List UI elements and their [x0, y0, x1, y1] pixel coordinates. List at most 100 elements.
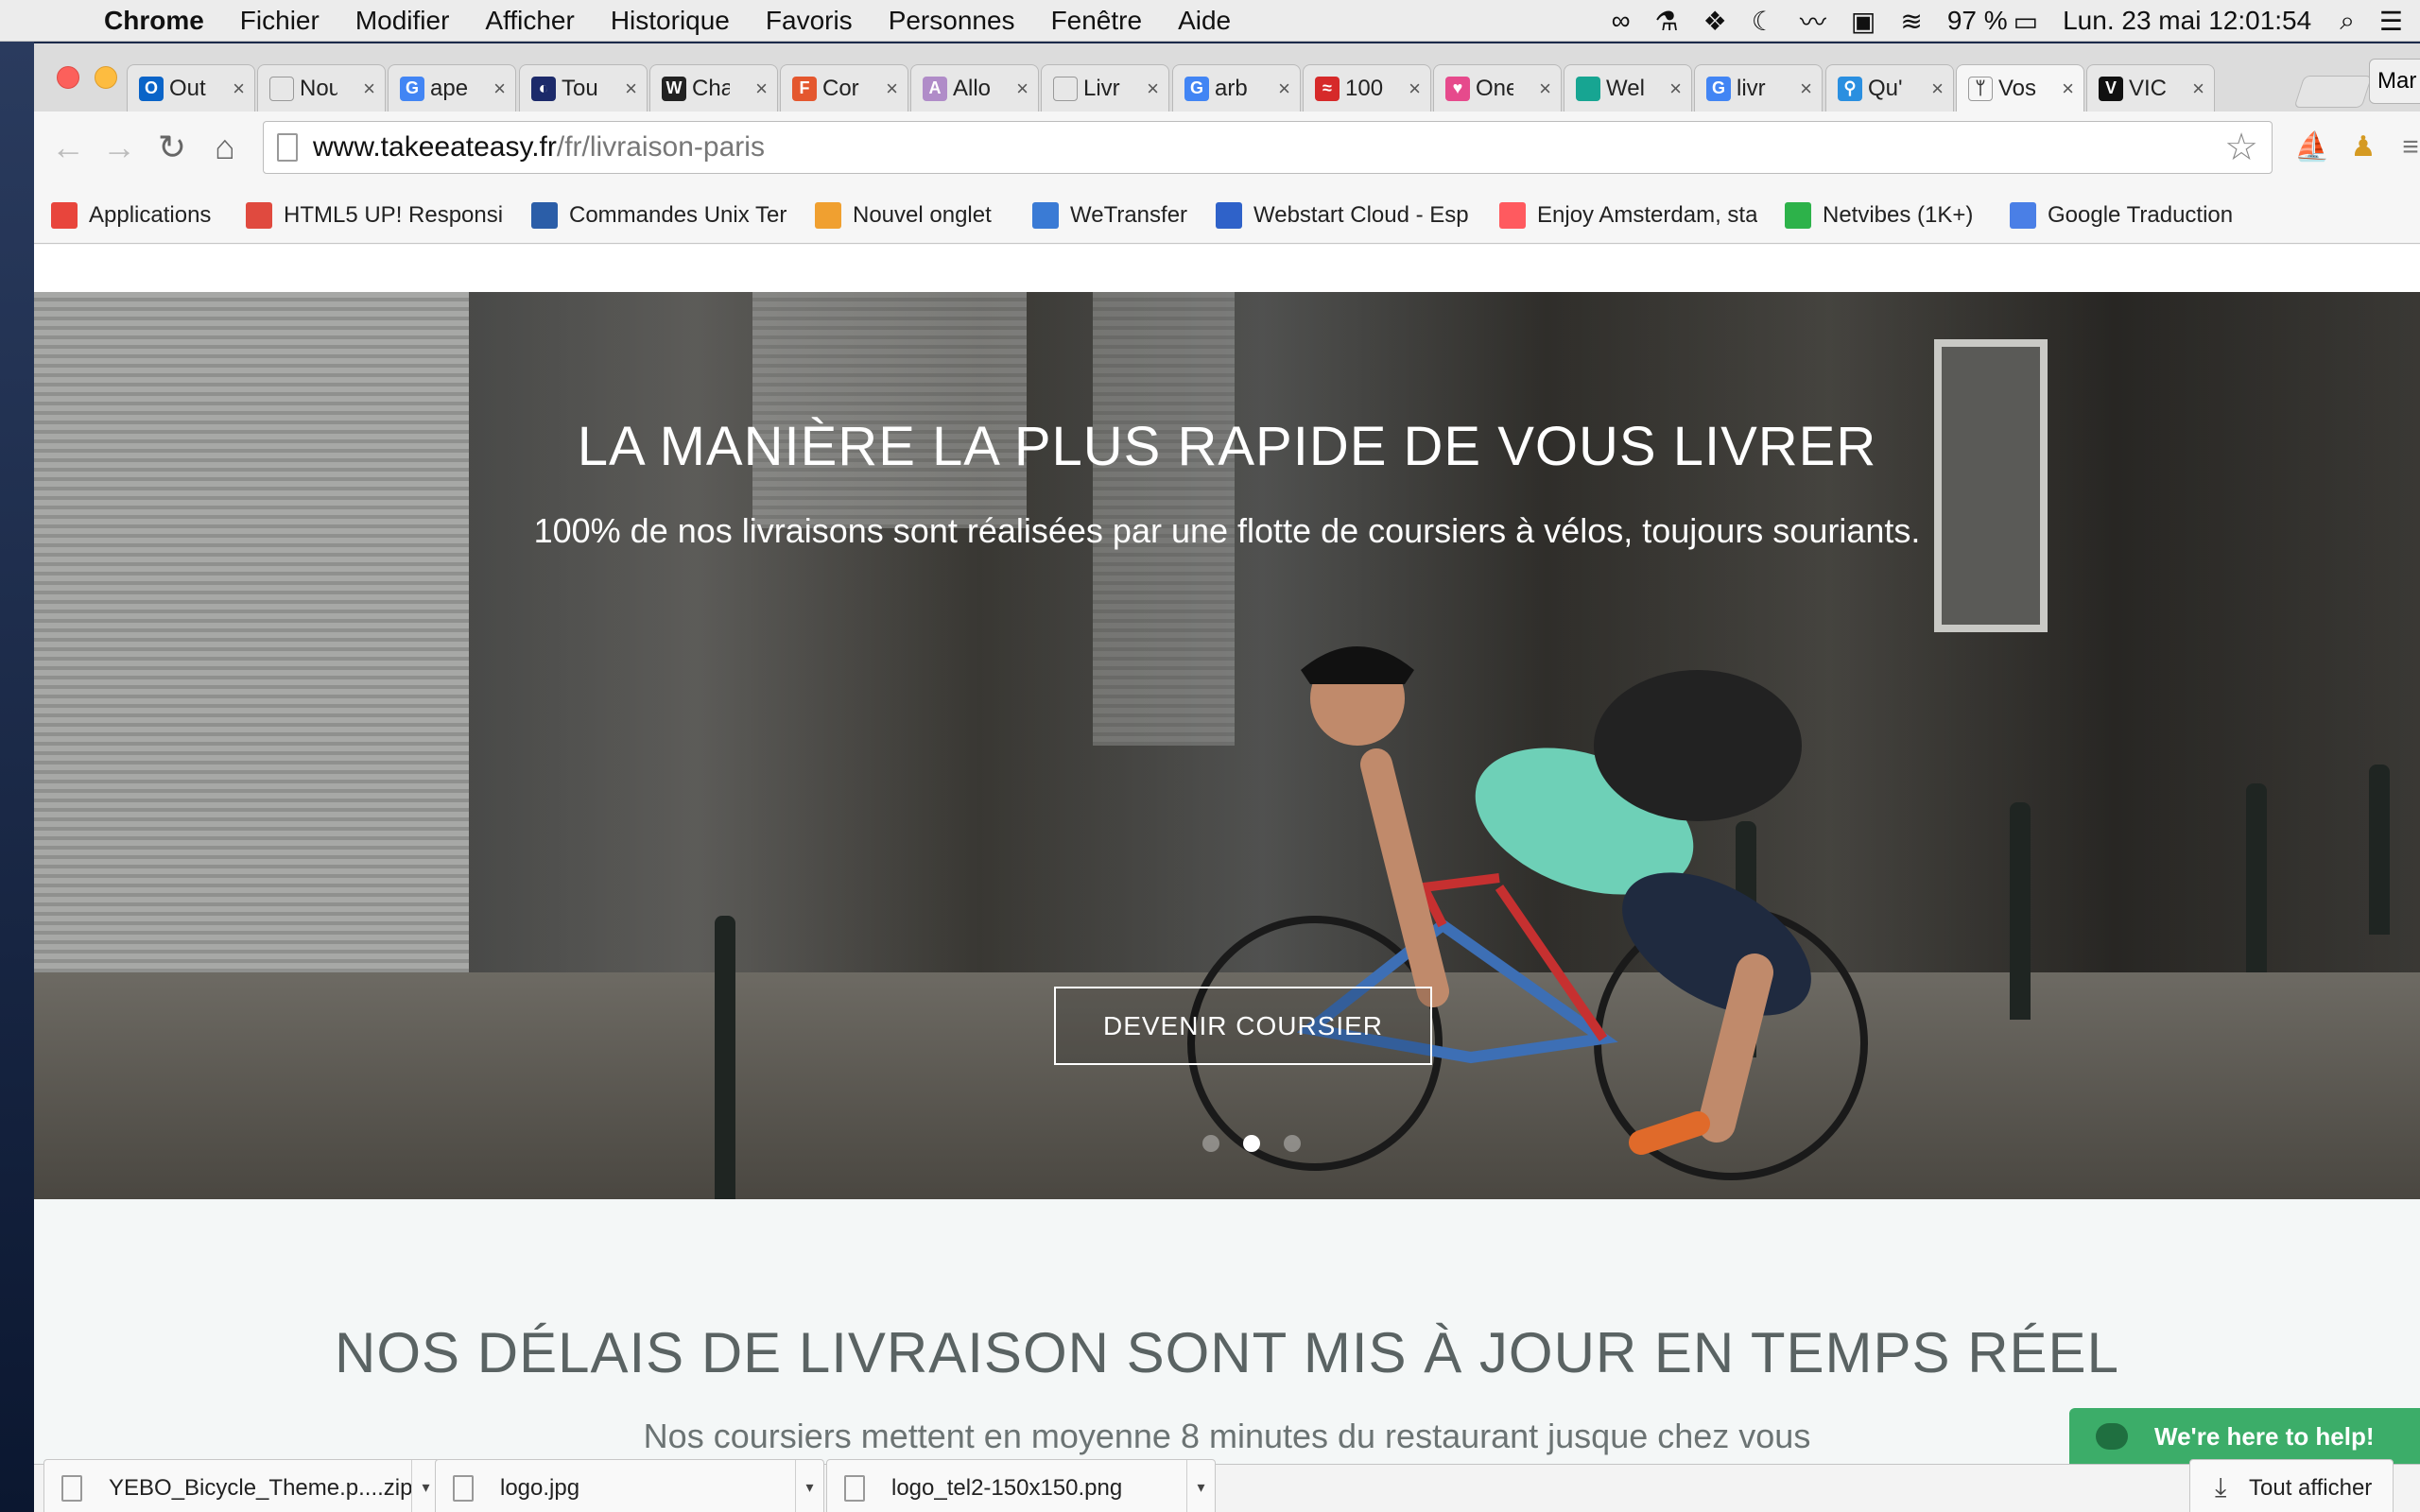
- browser-tab[interactable]: Nouve ×: [257, 64, 386, 112]
- battery-percent[interactable]: 97 %: [1947, 6, 2008, 36]
- profile-button[interactable]: Mar: [2369, 59, 2420, 104]
- battery-icon[interactable]: ▭: [2014, 6, 2038, 37]
- bookmark-item[interactable]: WeTransfer: [1032, 198, 1202, 232]
- page-info-icon[interactable]: [277, 133, 298, 162]
- bookmark-label: Webstart Cloud - Esp: [1253, 202, 1469, 228]
- tab-close-icon[interactable]: ×: [363, 77, 375, 101]
- extension-boat-icon[interactable]: ⛵: [2293, 129, 2331, 166]
- browser-tab[interactable]: ᛘ Vos ×: [1956, 64, 2084, 112]
- address-bar[interactable]: www.takeeateasy.fr/fr/livraison-paris ☆: [263, 121, 2273, 174]
- new-tab-button[interactable]: [2293, 76, 2373, 108]
- browser-tab[interactable]: ♥One ×: [1433, 64, 1562, 112]
- rolling-shutter-middle: [752, 292, 1027, 528]
- browser-tab[interactable]: Glivr ×: [1694, 64, 1823, 112]
- tab-close-icon[interactable]: ×: [2192, 77, 2204, 101]
- tab-close-icon[interactable]: ×: [2062, 77, 2074, 101]
- download-shelf: YEBO_Bicycle_Theme.p....zip ▾ logo.jpg ▾…: [34, 1459, 2420, 1512]
- tab-close-icon[interactable]: ×: [1669, 77, 1682, 101]
- menu-favoris[interactable]: Favoris: [766, 6, 853, 36]
- window-minimize-button[interactable]: [95, 66, 117, 89]
- bookmark-item[interactable]: HTML5 UP! Responsi: [246, 198, 520, 232]
- forward-arrow-icon[interactable]: →: [98, 127, 140, 168]
- browser-tab[interactable]: ⚲ Qu' ×: [1825, 64, 1954, 112]
- carousel-dot[interactable]: [1202, 1135, 1219, 1152]
- home-icon[interactable]: ⌂: [204, 127, 246, 168]
- tab-close-icon[interactable]: ×: [233, 77, 245, 101]
- dropbox-icon[interactable]: ❖: [1703, 6, 1727, 37]
- tab-close-icon[interactable]: ×: [886, 77, 898, 101]
- download-item[interactable]: YEBO_Bicycle_Theme.p....zip ▾: [43, 1459, 441, 1512]
- menu-fichier[interactable]: Fichier: [240, 6, 320, 36]
- download-item[interactable]: logo_tel2-150x150.png ▾: [826, 1459, 1216, 1512]
- carousel-dot-active[interactable]: [1243, 1135, 1260, 1152]
- become-courier-button[interactable]: DEVENIR COURSIER: [1054, 987, 1432, 1065]
- menu-clock[interactable]: Lun. 23 mai 12:01:54: [2063, 6, 2311, 36]
- red-logo-icon: ≈: [1315, 76, 1340, 101]
- tab-close-icon[interactable]: ×: [1800, 77, 1812, 101]
- tab-close-icon[interactable]: ×: [493, 77, 506, 101]
- circle-logo-icon: ◐: [531, 76, 556, 101]
- bookmark-star-icon[interactable]: ☆: [2224, 126, 2258, 169]
- back-arrow-icon[interactable]: ←: [47, 127, 89, 168]
- bookmark-item[interactable]: Enjoy Amsterdam, sta: [1499, 198, 1773, 232]
- html5up-icon: [246, 202, 272, 229]
- bookmark-item[interactable]: Applications: [51, 198, 240, 232]
- flask-icon[interactable]: ⚗: [1655, 6, 1679, 37]
- bookmark-item[interactable]: Commandes Unix Ter: [531, 198, 805, 232]
- menu-aide[interactable]: Aide: [1178, 6, 1231, 36]
- browser-tab[interactable]: F Cor ×: [780, 64, 908, 112]
- tab-close-icon[interactable]: ×: [1931, 77, 1944, 101]
- tab-close-icon[interactable]: ×: [1147, 77, 1159, 101]
- browser-tab[interactable]: Livr ×: [1041, 64, 1169, 112]
- browser-tab[interactable]: Gape ×: [388, 64, 516, 112]
- tab-title: arb: [1215, 75, 1248, 101]
- tab-title: Vos: [1998, 75, 2036, 101]
- street-bollard: [715, 916, 735, 1199]
- browser-tab[interactable]: W Cha ×: [649, 64, 778, 112]
- bookmark-item[interactable]: Nouvel onglet: [815, 198, 1023, 232]
- notification-center-icon[interactable]: ☰: [2379, 6, 2403, 37]
- tab-close-icon[interactable]: ×: [755, 77, 768, 101]
- reload-icon[interactable]: ↻: [151, 127, 193, 168]
- browser-tab[interactable]: O Out ×: [127, 64, 255, 112]
- browser-tab[interactable]: ◐ Tou ×: [519, 64, 648, 112]
- window-close-button[interactable]: [57, 66, 79, 89]
- bookmark-item[interactable]: Google Traduction: [2010, 198, 2256, 232]
- tab-close-icon[interactable]: ×: [1278, 77, 1290, 101]
- lock-icon[interactable]: ▣: [1851, 6, 1876, 37]
- bookmark-item[interactable]: Webstart Cloud - Esp: [1216, 198, 1490, 232]
- carousel-dot[interactable]: [1284, 1135, 1301, 1152]
- browser-tab[interactable]: Wel ×: [1564, 64, 1692, 112]
- menu-fenetre[interactable]: Fenêtre: [1051, 6, 1143, 36]
- help-chat-widget[interactable]: We're here to help!: [2069, 1408, 2420, 1465]
- tab-close-icon[interactable]: ×: [625, 77, 637, 101]
- chrome-menu-icon[interactable]: ≡: [2392, 129, 2420, 166]
- extension-badge-icon[interactable]: ♟: [2344, 129, 2382, 166]
- browser-tab[interactable]: Garb ×: [1172, 64, 1301, 112]
- browser-tab[interactable]: V VIC ×: [2086, 64, 2215, 112]
- wetransfer-icon: [1032, 202, 1059, 229]
- creative-cloud-icon[interactable]: ∞: [1612, 6, 1631, 36]
- wifi-icon[interactable]: ≋: [1900, 6, 1922, 37]
- download-options-chevron-icon[interactable]: ▾: [795, 1460, 823, 1512]
- menu-afficher[interactable]: Afficher: [485, 6, 574, 36]
- bookmarks-bar: Applications HTML5 UP! Responsi Commandes …: [34, 187, 2420, 244]
- menu-modifier[interactable]: Modifier: [355, 6, 450, 36]
- bookmark-item[interactable]: Netvibes (1K+): [1785, 198, 1993, 232]
- menu-personnes[interactable]: Personnes: [889, 6, 1015, 36]
- tab-close-icon[interactable]: ×: [1016, 77, 1028, 101]
- menu-app-name[interactable]: Chrome: [104, 6, 204, 36]
- tab-close-icon[interactable]: ×: [1409, 77, 1421, 101]
- download-options-chevron-icon[interactable]: ▾: [1186, 1460, 1215, 1512]
- show-all-downloads-button[interactable]: ⤓ Tout afficher: [2189, 1459, 2394, 1512]
- tab-title: Tou: [562, 75, 598, 101]
- spotlight-search-icon[interactable]: ⌕: [2340, 6, 2355, 37]
- tab-close-icon[interactable]: ×: [1539, 77, 1551, 101]
- browser-tab[interactable]: ≈100 ×: [1303, 64, 1431, 112]
- url-text[interactable]: www.takeeateasy.fr/fr/livraison-paris: [313, 122, 765, 173]
- moon-icon[interactable]: ☾: [1752, 6, 1775, 37]
- browser-tab[interactable]: A Allo ×: [910, 64, 1039, 112]
- menu-historique[interactable]: Historique: [611, 6, 730, 36]
- download-item[interactable]: logo.jpg ▾: [435, 1459, 824, 1512]
- activity-icon[interactable]: 〰: [1800, 2, 1826, 40]
